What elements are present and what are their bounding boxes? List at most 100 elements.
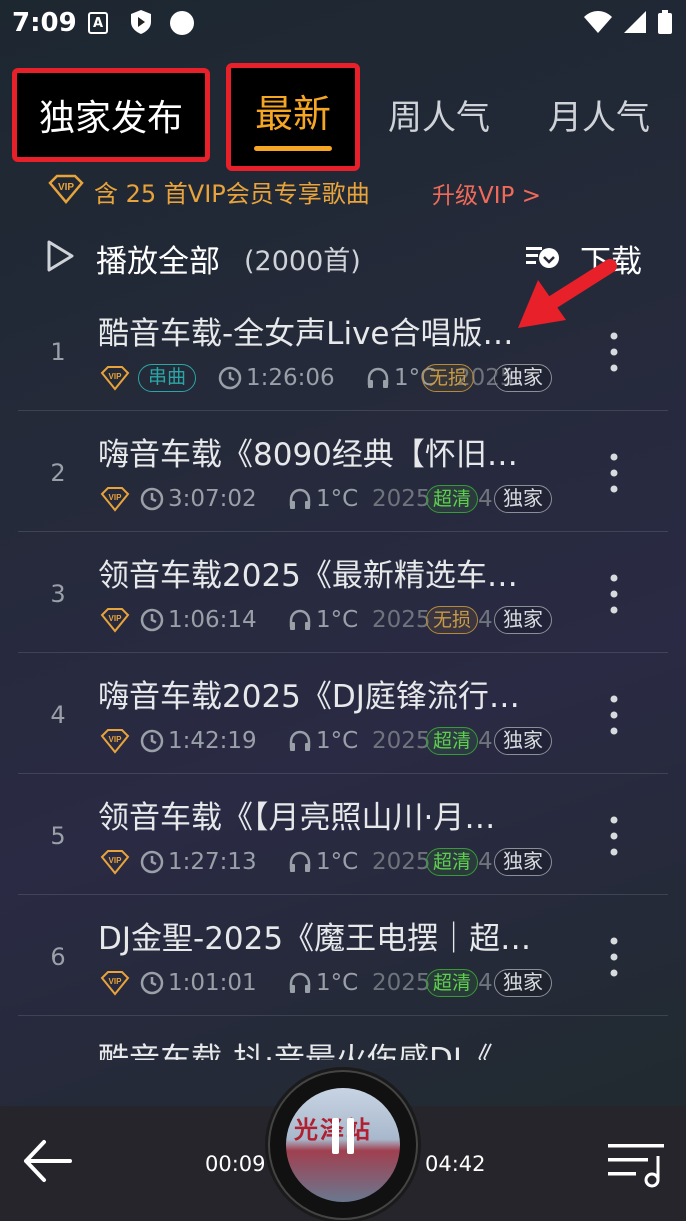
exclusive-badge: 独家 bbox=[494, 727, 552, 755]
quality-badge: 超清 bbox=[426, 485, 479, 513]
tab-latest-label: 最新 bbox=[254, 92, 331, 136]
active-tab-indicator bbox=[254, 146, 332, 151]
clock-icon bbox=[140, 608, 164, 636]
song-row[interactable]: 3 领音车载2025《最新精选车… VIP 1:06:14 1°C 2025 无… bbox=[0, 532, 686, 653]
song-title: 领音车载《【月亮照山川·月… bbox=[98, 800, 496, 836]
song-row[interactable]: 2 嗨音车载《8090经典【怀旧… VIP 3:07:02 1°C 2025 超… bbox=[0, 411, 686, 532]
song-index: 5 bbox=[50, 822, 66, 850]
album-disc[interactable]: 光泽站 bbox=[268, 1070, 418, 1220]
quality-badge: 超清 bbox=[426, 848, 479, 876]
song-meta: VIP 1:01:01 1°C 2025 超清 4 独家 bbox=[100, 969, 570, 997]
status-time: 7:09 bbox=[12, 8, 77, 38]
song-title: DJ金聖-2025《魔王电摆｜超… bbox=[98, 921, 532, 957]
song-index: 3 bbox=[50, 580, 66, 608]
song-index: 6 bbox=[50, 943, 66, 971]
play-all-button[interactable]: 播放全部 bbox=[96, 236, 220, 281]
quality-badge: 超清 bbox=[426, 727, 479, 755]
song-year-suffix: 4 bbox=[478, 486, 493, 512]
song-row[interactable]: 5 领音车载《【月亮照山川·月… VIP 1:27:13 1°C 2025 超清… bbox=[0, 774, 686, 895]
headphones-icon bbox=[366, 367, 390, 393]
vip-badge-icon: VIP bbox=[100, 970, 130, 1000]
exclusive-badge: 独家 bbox=[494, 364, 552, 392]
song-duration: 1:27:13 bbox=[168, 849, 257, 875]
vip-banner: VIP 含 25 首VIP会员专享歌曲 bbox=[48, 174, 370, 208]
svg-text:VIP: VIP bbox=[109, 372, 123, 381]
song-meta: VIP 1:27:13 1°C 2025 超清 4 独家 bbox=[100, 848, 570, 876]
more-icon[interactable] bbox=[604, 693, 624, 737]
song-duration: 1:26:06 bbox=[246, 365, 335, 391]
pause-icon[interactable] bbox=[332, 1118, 354, 1154]
vip-banner-text: 含 25 首VIP会员专享歌曲 bbox=[94, 179, 370, 208]
svg-text:VIP: VIP bbox=[58, 182, 74, 193]
song-meta: VIP 1:06:14 1°C 2025 无损 4 独家 bbox=[100, 606, 570, 634]
svg-text:VIP: VIP bbox=[109, 735, 123, 744]
track-duration: 04:42 bbox=[425, 1152, 486, 1176]
rank-tabs: 独家发布 最新 周人气 月人气 bbox=[0, 60, 686, 171]
song-year-suffix: 4 bbox=[478, 607, 493, 633]
song-duration: 1:01:01 bbox=[168, 970, 257, 996]
song-year-suffix: 4 bbox=[478, 849, 493, 875]
signal-icon bbox=[624, 11, 646, 37]
headphones-icon bbox=[288, 972, 312, 998]
vip-badge-icon: VIP bbox=[100, 849, 130, 879]
song-meta: VIP 串曲 1:26:06 1°C 2025 无损 独家 bbox=[100, 364, 570, 392]
tab-week-popular[interactable]: 周人气 bbox=[388, 90, 490, 139]
playlist-icon[interactable] bbox=[606, 1140, 666, 1192]
exclusive-badge: 独家 bbox=[494, 969, 552, 997]
song-row[interactable]: 酷音车载-抖·音最火伤感DJ《 bbox=[0, 1016, 686, 1060]
clock-icon bbox=[218, 366, 242, 394]
song-plays: 1°C bbox=[316, 486, 359, 512]
song-year-suffix: 4 bbox=[478, 970, 493, 996]
quality-badge: 超清 bbox=[426, 969, 479, 997]
song-plays: 1°C bbox=[316, 849, 359, 875]
play-icon[interactable] bbox=[44, 238, 76, 278]
tab-month-popular[interactable]: 月人气 bbox=[548, 90, 650, 139]
song-year: 2025 bbox=[372, 486, 431, 512]
tab-latest[interactable]: 最新 bbox=[226, 63, 360, 171]
vip-badge-icon: VIP bbox=[100, 365, 130, 395]
song-year-suffix: 4 bbox=[478, 728, 493, 754]
song-duration: 1:06:14 bbox=[168, 607, 257, 633]
upgrade-vip-link[interactable]: 升级VIP > bbox=[432, 176, 541, 210]
song-plays: 1°C bbox=[316, 970, 359, 996]
song-count: (2000首) bbox=[244, 246, 361, 277]
headphones-icon bbox=[288, 609, 312, 635]
back-arrow-icon[interactable] bbox=[22, 1138, 74, 1188]
more-icon[interactable] bbox=[604, 935, 624, 979]
svg-text:VIP: VIP bbox=[109, 856, 123, 865]
song-title: 嗨音车载《8090经典【怀旧… bbox=[98, 437, 518, 473]
song-title: 领音车载2025《最新精选车… bbox=[98, 558, 518, 594]
song-index: 1 bbox=[50, 338, 66, 366]
clock-icon bbox=[140, 487, 164, 515]
shield-play-icon bbox=[130, 9, 152, 35]
song-plays: 1°C bbox=[316, 607, 359, 633]
exclusive-badge: 独家 bbox=[494, 848, 552, 876]
vip-badge-icon: VIP bbox=[100, 607, 130, 637]
svg-text:VIP: VIP bbox=[109, 977, 123, 986]
song-duration: 1:42:19 bbox=[168, 728, 257, 754]
svg-text:VIP: VIP bbox=[109, 493, 123, 502]
song-title: 嗨音车载2025《DJ庭锋流行… bbox=[98, 679, 520, 715]
vip-badge-icon: VIP bbox=[100, 486, 130, 516]
clock-icon bbox=[140, 729, 164, 757]
a-notification-icon: A bbox=[88, 12, 108, 34]
annotation-arrow-icon bbox=[510, 248, 620, 342]
song-title: 酷音车载-全女声Live合唱版… bbox=[98, 316, 514, 352]
more-icon[interactable] bbox=[604, 451, 624, 495]
vip-diamond-icon: VIP bbox=[48, 174, 84, 208]
more-icon[interactable] bbox=[604, 572, 624, 616]
headphones-icon bbox=[288, 851, 312, 877]
song-row[interactable]: 6 DJ金聖-2025《魔王电摆｜超… VIP 1:01:01 1°C 2025… bbox=[0, 895, 686, 1016]
tab-exclusive[interactable]: 独家发布 bbox=[12, 68, 210, 162]
clock-icon bbox=[140, 850, 164, 878]
song-row[interactable]: 4 嗨音车载2025《DJ庭锋流行… VIP 1:42:19 1°C 2025 … bbox=[0, 653, 686, 774]
headphones-icon bbox=[288, 488, 312, 514]
song-year: 2025 bbox=[372, 728, 431, 754]
song-meta: VIP 3:07:02 1°C 2025 超清 4 独家 bbox=[100, 485, 570, 513]
more-icon[interactable] bbox=[604, 814, 624, 858]
svg-text:VIP: VIP bbox=[109, 614, 123, 623]
song-year: 2025 bbox=[372, 607, 431, 633]
playback-position: 00:09 bbox=[205, 1152, 266, 1176]
song-meta: VIP 1:42:19 1°C 2025 超清 4 独家 bbox=[100, 727, 570, 755]
status-bar: 7:09 A bbox=[0, 0, 686, 48]
